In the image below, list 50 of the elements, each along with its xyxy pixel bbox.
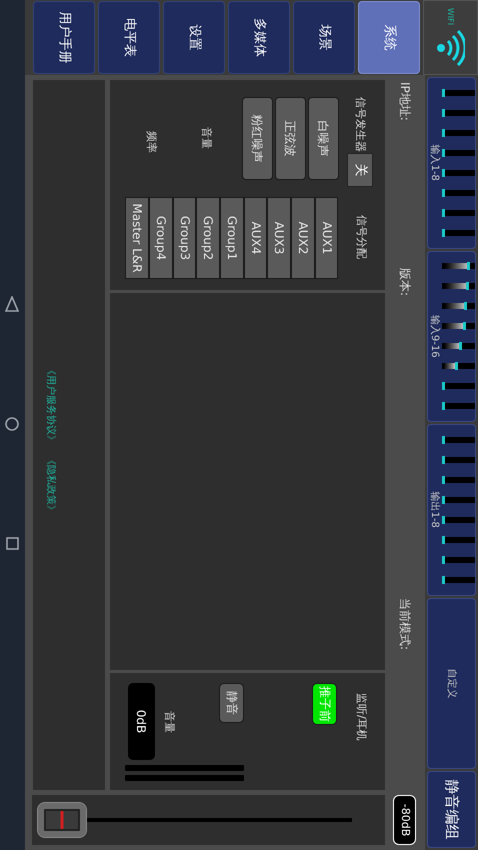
routing-button[interactable]: AUX3	[267, 197, 292, 279]
tab[interactable]: 用户手册	[33, 1, 95, 74]
recents-icon[interactable]	[6, 537, 19, 550]
power-button[interactable]: 关	[347, 153, 373, 187]
channel-group-button[interactable]: 输入9-16	[427, 250, 476, 422]
ip-label: IP地址:	[397, 81, 413, 123]
volume-label: 音量	[162, 711, 178, 735]
group-label: 输入1-8	[429, 144, 439, 181]
signal-type-button[interactable]: 粉红噪声	[242, 97, 273, 180]
generator-title: 信号发生器	[353, 97, 368, 152]
volume-readout: 0dB	[128, 683, 155, 760]
fader-thumb[interactable]	[37, 802, 87, 838]
tab[interactable]: 设置	[163, 1, 225, 74]
version-label: 版本:	[397, 268, 413, 298]
tab[interactable]: 场景	[293, 1, 355, 74]
volume-label: 音量	[199, 127, 214, 151]
signal-type-button[interactable]: 白噪声	[308, 97, 339, 180]
fader-readout: -80dB	[394, 795, 416, 845]
home-icon[interactable]	[6, 417, 20, 431]
channel-group-button[interactable]: 输入1-8	[427, 77, 476, 248]
channel-group-button[interactable]: 输出1-8	[427, 424, 476, 596]
routing-title: 信号分配	[354, 215, 369, 261]
routing-button[interactable]: Group1	[220, 197, 244, 279]
group-label: 自定义	[446, 668, 456, 698]
fader-track[interactable]	[37, 802, 352, 838]
routing-button[interactable]: AUX2	[291, 197, 315, 279]
group-label: 输入9-16	[429, 314, 439, 358]
group-label: 输出1-8	[429, 492, 439, 528]
wifi-icon	[436, 29, 466, 68]
tab[interactable]: 电平表	[98, 1, 160, 74]
channel-group-button[interactable]: 自定义	[427, 598, 476, 769]
routing-button[interactable]: Group4	[149, 197, 173, 279]
mute-group-button[interactable]: 静音编组	[427, 771, 476, 848]
wifi-label: WIFI	[446, 8, 454, 26]
link[interactable]: 《隐私政策》	[43, 455, 57, 515]
link[interactable]: 《用户服务协议》	[43, 365, 57, 445]
routing-button[interactable]: Master L&R	[125, 197, 149, 279]
tab[interactable]: 系统	[358, 1, 420, 74]
routing-button[interactable]: AUX4	[244, 197, 268, 279]
routing-button[interactable]: Group3	[172, 197, 196, 279]
routing-button[interactable]: Group2	[196, 197, 220, 279]
frequency-label: 频率	[144, 131, 160, 155]
mute-button[interactable]: 静音	[220, 683, 244, 723]
routing-button[interactable]: AUX1	[314, 197, 338, 279]
wifi-button[interactable]: WIFI	[423, 0, 478, 75]
monitor-title: 监听/耳机	[354, 693, 369, 743]
mode-label: 当前模式:	[397, 598, 413, 650]
back-icon[interactable]	[6, 296, 20, 312]
tab[interactable]: 多媒体	[228, 1, 290, 74]
signal-type-button[interactable]: 正弦波	[275, 97, 306, 180]
